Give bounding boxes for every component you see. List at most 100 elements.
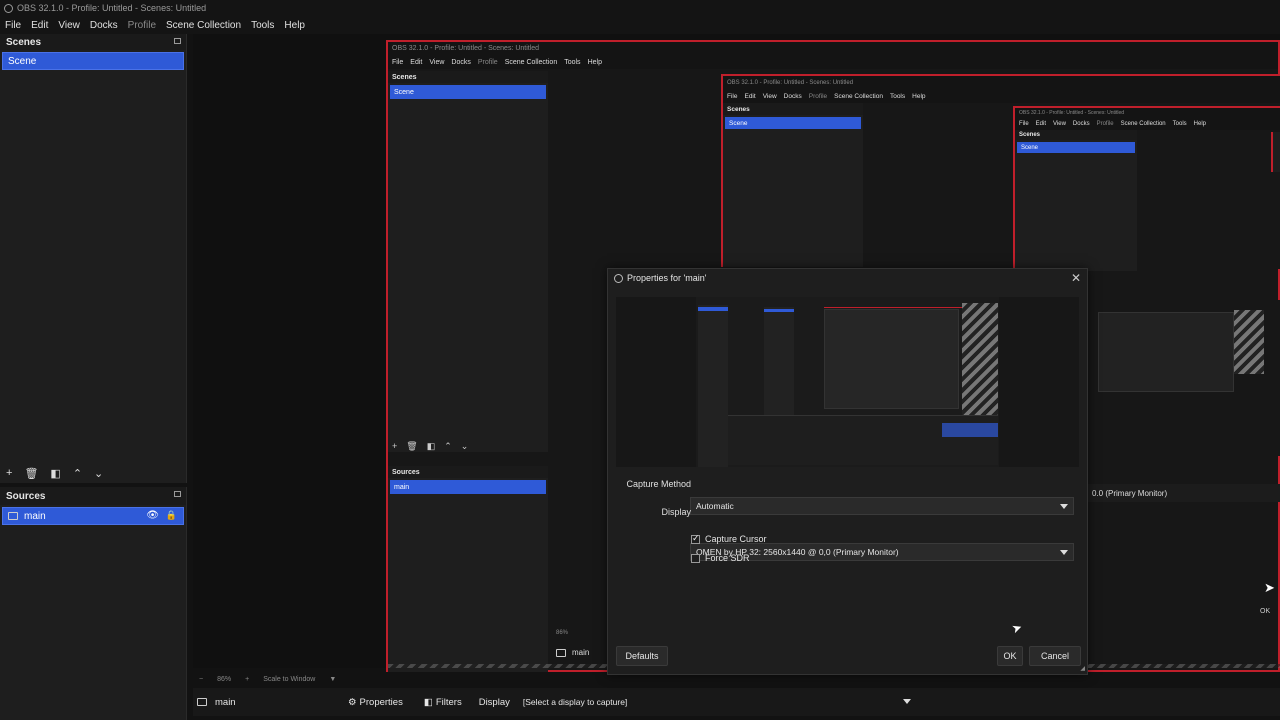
nested-display-snippet: 0.0 (Primary Monitor) [1088, 484, 1280, 502]
title-bar: OBS 32.1.0 - Profile: Untitled - Scenes:… [0, 0, 1280, 16]
close-icon[interactable]: ✕ [1071, 271, 1081, 285]
nested-source-item: main [390, 480, 546, 494]
defaults-button[interactable]: Defaults [616, 646, 668, 666]
add-scene-icon[interactable]: + [6, 467, 12, 479]
source-list-item[interactable]: main 👁 🔒 [2, 507, 184, 525]
move-up-icon[interactable]: ⌃ [73, 467, 82, 480]
visibility-eye-icon[interactable]: 👁 [146, 510, 159, 521]
nested3-menu-view: View [1053, 121, 1066, 127]
scene-filters-icon[interactable]: ◧ [50, 467, 60, 480]
scale-mode[interactable]: Scale to Window [263, 676, 315, 683]
thumb-red-line [824, 307, 964, 308]
scale-dropdown-icon[interactable]: ▼ [329, 676, 336, 683]
thumb-blue-block [942, 423, 998, 437]
nested-scenes-title: Scenes [392, 73, 417, 81]
force-sdr-checkbox[interactable]: Force SDR [691, 553, 750, 563]
capture-method-select[interactable]: Automatic [690, 497, 1074, 515]
menu-edit[interactable]: Edit [31, 20, 48, 31]
nested2-menu-help: Help [912, 92, 926, 100]
remove-scene-icon[interactable]: 🗑 [24, 467, 38, 480]
menu-help[interactable]: Help [284, 20, 305, 31]
display-label: Display [661, 507, 691, 517]
nested2-menu-file: File [727, 92, 738, 100]
nested2-menu-edit: Edit [744, 92, 756, 100]
nested-menu-help: Help [587, 58, 602, 66]
display-toolbar-value: [Select a display to capture] [522, 697, 628, 707]
nested-sources-title: Sources [392, 468, 420, 476]
nested3-menu-profile: Profile [1096, 121, 1114, 127]
thumb-nested-panel [764, 307, 794, 417]
nested3-scene-label: Scene [1021, 144, 1039, 151]
display-toolbar-select[interactable]: [Select a display to capture] [517, 693, 916, 711]
selected-source-name: main [215, 696, 236, 708]
menu-view[interactable]: View [58, 20, 80, 31]
nested-sources-dock: Sources main [388, 466, 548, 672]
nested-remove-icon: 🗑 [406, 441, 418, 451]
nested-title-bar: OBS 32.1.0 - Profile: Untitled - Scenes:… [388, 42, 1278, 55]
nested2-scene-item: Scene [725, 117, 861, 129]
lock-icon[interactable]: 🔒 [166, 510, 177, 521]
menu-file[interactable]: File [5, 20, 21, 31]
capture-cursor-checkbox[interactable]: Capture Cursor [691, 533, 767, 544]
move-down-icon[interactable]: ⌄ [94, 467, 103, 480]
nested-menu-file: File [392, 58, 404, 66]
dialog-preview [616, 297, 1079, 467]
nested-scenes-toolbar: + 🗑 ◧ ⌃ ⌄ [392, 441, 468, 452]
undock-icon[interactable] [174, 491, 181, 497]
checkbox-unchecked[interactable] [691, 553, 700, 563]
chevron-down-icon [1060, 550, 1068, 555]
zoom-out-icon[interactable]: − [199, 676, 203, 683]
thumb-scene-selected [698, 307, 728, 311]
nested-status-source: main [556, 648, 589, 657]
thumb-nested-selected [764, 309, 794, 312]
nested-preview-fragment [1088, 300, 1280, 456]
menu-profile[interactable]: Profile [128, 20, 156, 31]
nested-filter-icon: ◧ [426, 441, 436, 451]
filters-button[interactable]: ◧ Filters [424, 697, 462, 708]
properties-dialog: Properties for 'main' ✕ Capture Method A… [607, 268, 1088, 675]
nested-window-title: OBS 32.1.0 - Profile: Untitled - Scenes:… [392, 45, 540, 52]
properties-button[interactable]: ⚙ Properties [348, 697, 403, 708]
properties-label: Properties [359, 696, 403, 708]
chevron-down-icon [902, 699, 911, 704]
cancel-button[interactable]: Cancel [1029, 646, 1081, 666]
nested3-menu-docks: Docks [1072, 121, 1090, 127]
thumb-striped [962, 303, 998, 419]
zoom-level: 86% [217, 675, 232, 683]
nested-fragment-window [1098, 312, 1234, 392]
nested-zoom: 86% [556, 630, 569, 636]
nested-ok-snippet: OK [1260, 608, 1271, 615]
nested-monitor-icon [556, 648, 566, 657]
nested2-menu-view: View [762, 92, 777, 100]
nested2-menu: File Edit View Docks Profile Scene Collection… [723, 89, 1280, 103]
ok-button[interactable]: OK [997, 646, 1023, 666]
menu-scene-collection[interactable]: Scene Collection [166, 20, 241, 31]
nested3-menu-file: File [1019, 121, 1029, 127]
nested-obs-window-level2: OBS 32.1.0 - Profile: Untitled - Scenes:… [721, 74, 1280, 271]
checkbox-checked[interactable] [691, 533, 700, 544]
nested-scenes-header: Scenes [388, 71, 548, 83]
capture-cursor-label: Capture Cursor [705, 534, 767, 544]
zoom-in-icon[interactable]: + [245, 676, 249, 683]
undock-icon[interactable] [174, 38, 181, 44]
resize-grip-icon[interactable]: ◢ [1080, 665, 1085, 672]
nested2-scenes-title: Scenes [727, 105, 750, 113]
nested-menu-bar: File Edit View Docks Profile Scene Colle… [388, 55, 1278, 69]
nested3-title: OBS 32.1.0 - Profile: Untitled - Scenes:… [1019, 110, 1125, 116]
display-toolbar-label: Display [478, 696, 510, 708]
display-row: Display [613, 507, 691, 517]
nested-menu-edit: Edit [410, 58, 423, 66]
source-item-label: main [24, 510, 46, 522]
nested4-fragment [1271, 132, 1280, 172]
scene-list-item[interactable]: Scene [2, 52, 184, 70]
sources-dock-header: Sources [0, 487, 186, 505]
nested3-menu-help: Help [1193, 121, 1206, 127]
sources-dock-title: Sources [6, 490, 46, 502]
nested-sources-header: Sources [388, 466, 548, 478]
menu-tools[interactable]: Tools [251, 20, 274, 31]
nested3-menu-scene-collection: Scene Collection [1120, 121, 1166, 127]
preview-thumbnail [696, 297, 999, 467]
cancel-label: Cancel [1040, 651, 1069, 661]
menu-docks[interactable]: Docks [90, 20, 118, 31]
cursor-icon: ➤ [1264, 580, 1275, 595]
